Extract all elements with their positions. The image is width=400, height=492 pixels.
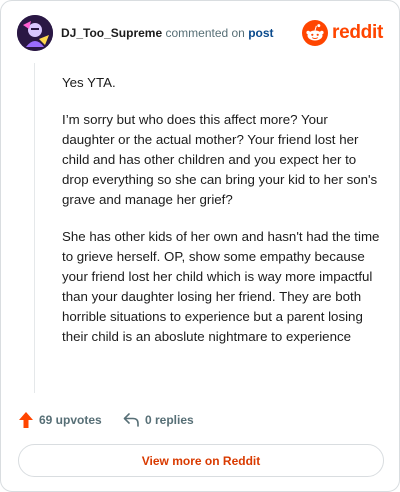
comment-paragraph: I’m sorry but who does this affect more?… <box>62 112 378 207</box>
view-more-label: View more on Reddit <box>141 453 261 468</box>
comment-paragraph: She has other kids of her own and hasn't… <box>62 229 380 344</box>
comment-header: DJ_Too_Supreme commented on post reddit <box>17 15 383 51</box>
replies-button[interactable]: 0 replies <box>123 410 194 430</box>
comment-byline: DJ_Too_Supreme commented on post <box>61 26 274 40</box>
username[interactable]: DJ_Too_Supreme <box>61 26 162 40</box>
reply-count: 0 replies <box>145 413 194 427</box>
reddit-comment-embed: DJ_Too_Supreme commented on post reddit … <box>0 0 400 492</box>
reddit-logo[interactable]: reddit <box>302 19 383 47</box>
upvote-count: 69 upvotes <box>39 413 102 427</box>
comment-paragraph: Yes YTA. <box>62 75 116 90</box>
upvote-button[interactable]: 69 upvotes <box>19 410 102 430</box>
reply-arrow-icon <box>123 413 139 427</box>
avatar-icon <box>17 15 53 51</box>
comment-body: Yes YTA. I’m sorry but who does this aff… <box>62 73 382 364</box>
brand-wordmark: reddit <box>332 22 383 43</box>
upvote-arrow-icon <box>19 412 33 428</box>
user-avatar[interactable] <box>17 15 53 51</box>
thread-line <box>34 63 35 393</box>
post-link[interactable]: post <box>248 26 273 40</box>
byline-verb: commented on <box>162 26 249 40</box>
view-more-button[interactable]: View more on Reddit <box>18 444 384 477</box>
reddit-snoo-icon <box>302 20 329 46</box>
comment-footer: 69 upvotes 0 replies <box>19 410 381 430</box>
